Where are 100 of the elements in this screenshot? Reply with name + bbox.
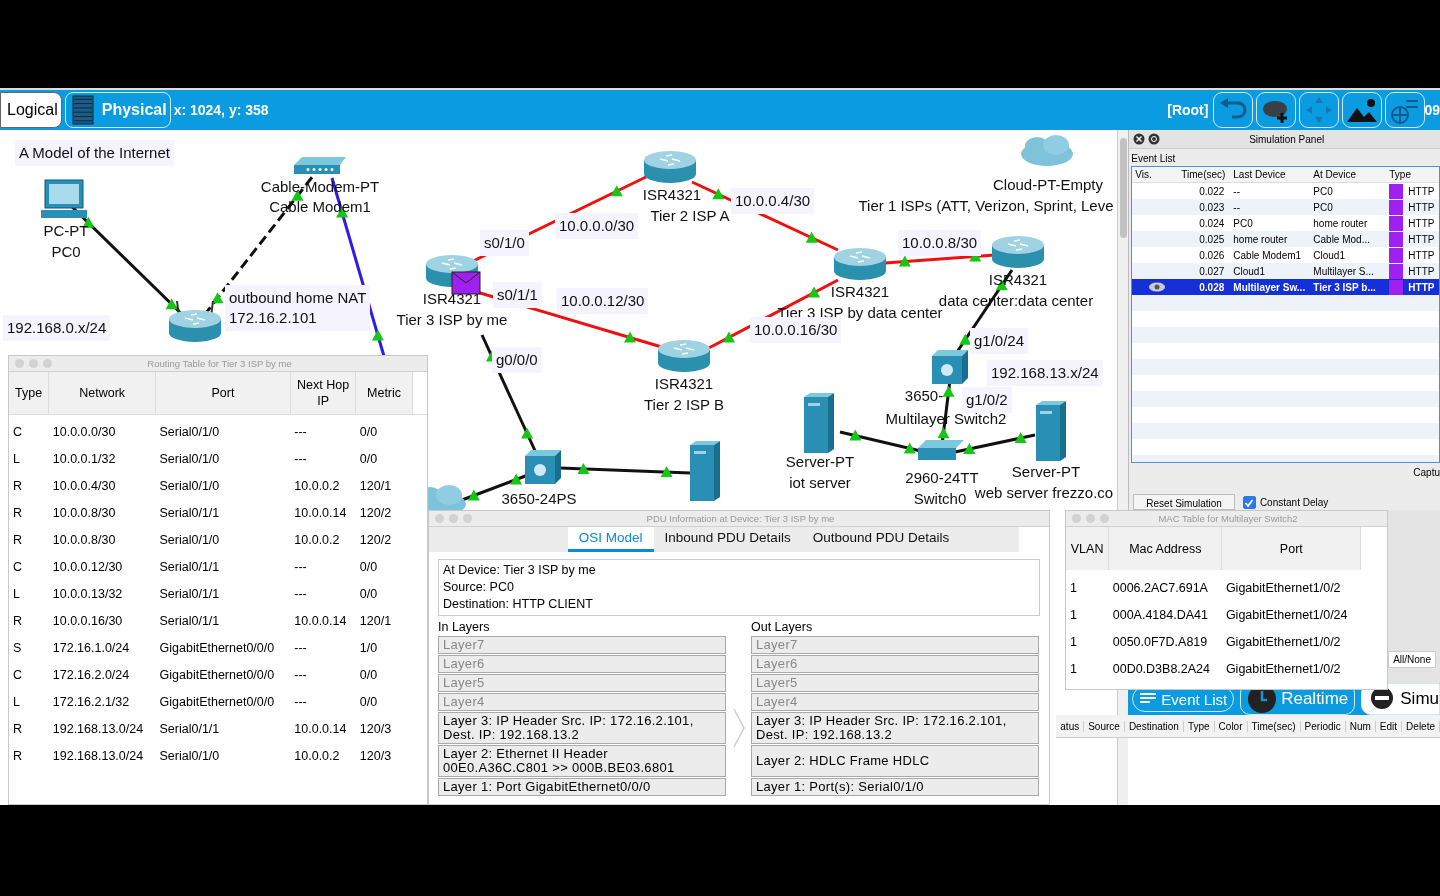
- table-cell-text: 10.0.0.2: [293, 531, 341, 549]
- column-header[interactable]: Destination: [1124, 720, 1184, 732]
- cloud-add-icon[interactable]: [1256, 92, 1297, 128]
- table-cell: HTTP: [1408, 233, 1435, 245]
- cursor-coordinates: x: 1024, y: 358: [173, 102, 269, 118]
- column-header[interactable]: Edit: [1375, 720, 1403, 732]
- layer-box[interactable]: Layer 3: IP Header Src. IP: 172.16.2.101, Dest. IP: 192.168.13.2: [438, 712, 726, 744]
- layer-box[interactable]: Layer 2: Ethernet II Header 00E0.A36C.C801 >> 000B.BE03.6801: [438, 745, 726, 777]
- reset-simulation-button[interactable]: Reset Simulation: [1133, 494, 1235, 510]
- multilayer-switch-icon[interactable]: [932, 350, 968, 384]
- scrollbar-thumb[interactable]: [1119, 138, 1127, 238]
- column-header[interactable]: Mac Address: [1108, 527, 1222, 570]
- column-header[interactable]: Next Hop IP: [290, 372, 356, 415]
- multilayer-switch-icon[interactable]: [525, 450, 561, 484]
- device-label: 2960-24TT: [905, 469, 979, 487]
- server-icon[interactable]: [1036, 401, 1066, 461]
- column-header[interactable]: atus: [1056, 720, 1085, 732]
- table-cell: HTTP: [1408, 217, 1435, 229]
- device-label: Cloud-PT-Empty: [993, 176, 1103, 194]
- table-cell-text: 10.0.0.2: [293, 747, 341, 765]
- table-cell-text: 1: [1069, 660, 1078, 678]
- filter-button[interactable]: All/None: [1388, 651, 1436, 668]
- table-cell: C: [9, 414, 49, 445]
- table-cell: HTTP: [1408, 249, 1435, 261]
- column-header[interactable]: Port: [1221, 527, 1361, 570]
- event-row[interactable]: 0.028 Multilayer Sw... Tier 3 ISP b... HTTP: [1132, 279, 1439, 295]
- column-header[interactable]: Last Device: [1230, 169, 1311, 180]
- modem-icon[interactable]: [294, 157, 346, 174]
- device-label: ISR4321: [654, 375, 714, 393]
- pc-icon[interactable]: [41, 179, 87, 218]
- column-header[interactable]: Vis.: [1132, 169, 1179, 180]
- section-label: Event List: [1130, 152, 1177, 166]
- table-cell-text: GigabitEthernet0/0/0: [158, 693, 276, 711]
- column-header[interactable]: Type: [1386, 169, 1439, 180]
- note-label: 192.168.0.x/24: [3, 315, 111, 341]
- info-line: Destination: HTTP CLIENT: [443, 596, 594, 613]
- column-header[interactable]: Network: [48, 372, 156, 415]
- column-header[interactable]: Time(sec): [1178, 169, 1231, 180]
- column-header[interactable]: At Device: [1310, 169, 1387, 180]
- column-header[interactable]: Delete: [1402, 720, 1440, 732]
- switch-icon[interactable]: [918, 440, 964, 460]
- column-header[interactable]: Source: [1084, 720, 1125, 732]
- column-header[interactable]: Type: [1183, 720, 1215, 732]
- table-cell: HTTP: [1408, 201, 1435, 213]
- checkbox[interactable]: [1242, 496, 1256, 509]
- column-header[interactable]: Type: [9, 372, 49, 415]
- column-header[interactable]: Port: [155, 372, 291, 415]
- layer-box[interactable]: Layer 2: HDLC Frame HDLC: [751, 745, 1039, 777]
- device-label: web server frezzo.co: [974, 484, 1114, 502]
- move-arrows-icon[interactable]: [1299, 92, 1340, 128]
- table-cell-text: 120/1: [358, 477, 393, 495]
- note-label: g0/0/0: [492, 347, 542, 373]
- table-cell-text: Cable Mod...: [1312, 233, 1371, 245]
- note-label: g1/0/24: [970, 328, 1029, 354]
- table-cell-text: ---: [293, 666, 308, 684]
- column-header[interactable]: Periodic: [1300, 720, 1346, 732]
- layer-box[interactable]: Layer 1: Port(s): Serial0/1/0: [751, 778, 1039, 796]
- undo-icon[interactable]: [1213, 92, 1254, 128]
- envelope-icon[interactable]: [451, 271, 481, 295]
- view-tab[interactable]: Logical: [0, 92, 62, 128]
- table-cell-text: 10.0.0.14: [293, 720, 348, 738]
- wireless-router-icon[interactable]: [169, 300, 221, 342]
- image-icon[interactable]: [1342, 92, 1383, 128]
- column-header[interactable]: Color: [1214, 720, 1248, 732]
- column-header[interactable]: Time(sec): [1247, 720, 1301, 732]
- window-title: MAC Table for Multilayer Switch2: [1157, 513, 1299, 524]
- tab[interactable]: OSI Model: [567, 527, 654, 552]
- globe-network-icon[interactable]: [1385, 92, 1426, 128]
- table-cell-text: 120/2: [358, 531, 393, 549]
- device-label: Tier 2 ISP B: [644, 396, 724, 414]
- table-cell-text: --: [1232, 201, 1241, 213]
- table-cell-text: 10.0.0.14: [293, 612, 348, 630]
- table-cell-text: Tier 3 ISP b...: [1312, 281, 1377, 293]
- table-cell-text: GigabitEthernet1/0/24: [1224, 606, 1349, 624]
- column-header[interactable]: VLAN: [1066, 527, 1109, 570]
- column-header[interactable]: Metric: [355, 372, 413, 415]
- simulation-button[interactable]: Simu: [1361, 683, 1440, 715]
- table-cell-text: 10.0.0.12/30: [51, 558, 124, 576]
- table-cell-text: PC0: [1232, 217, 1254, 229]
- table-cell-text: 0.024: [1198, 217, 1226, 229]
- table-cell-text: 10.0.0.13/32: [51, 585, 124, 603]
- layer-box[interactable]: Layer 3: IP Header Src. IP: 172.16.2.101, Dest. IP: 192.168.13.2: [751, 712, 1039, 744]
- server-icon[interactable]: [804, 393, 834, 453]
- info-line: Source: PC0: [443, 579, 515, 596]
- table-cell-text: ---: [293, 585, 308, 603]
- note-label: 10.0.0.12/30: [557, 288, 649, 314]
- table-cell-text: 120/2: [358, 504, 393, 522]
- table-cell-text: 0/0: [358, 585, 379, 603]
- cloud-icon[interactable]: [1021, 135, 1073, 166]
- restore-icon[interactable]: [1148, 133, 1161, 145]
- table-cell-text: 192.168.13.0/24: [51, 720, 145, 738]
- server-icon[interactable]: [690, 441, 720, 501]
- close-icon[interactable]: [1133, 133, 1146, 145]
- table-cell-text: L: [12, 693, 21, 711]
- layer-box[interactable]: Layer 1: Port GigabitEthernet0/0/0: [438, 778, 726, 796]
- column-header[interactable]: Num: [1345, 720, 1376, 732]
- note-label: A Model of the Internet: [15, 140, 174, 166]
- device-label: PC0: [51, 243, 81, 261]
- table-cell-text: Cable Modem1: [1232, 249, 1303, 261]
- table-cell-text: L: [12, 450, 21, 468]
